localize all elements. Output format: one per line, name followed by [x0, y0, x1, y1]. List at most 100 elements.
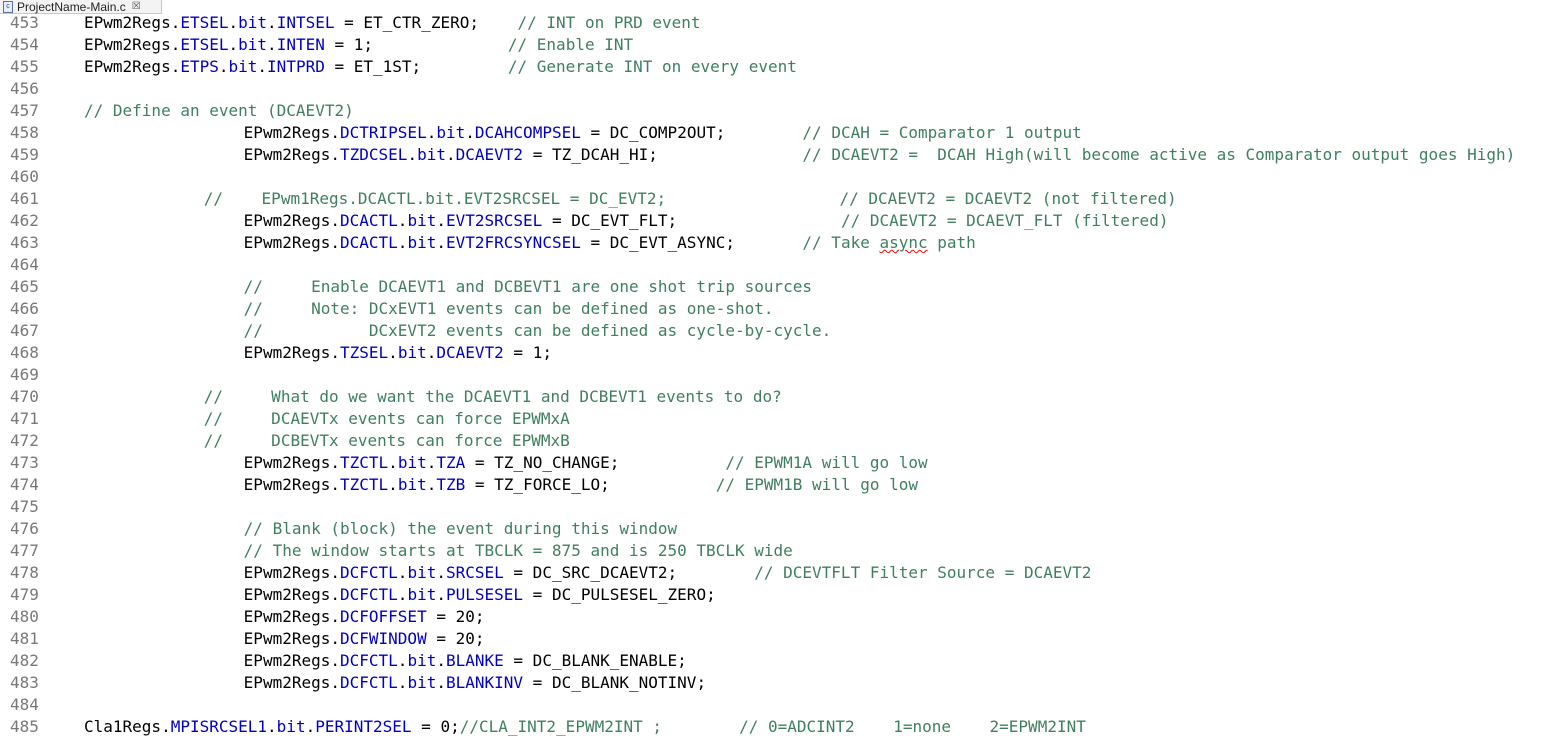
code-line[interactable]: 457 // Define an event (DCAEVT2): [0, 100, 1567, 122]
code-token: EPwm2Regs.: [243, 211, 340, 230]
code-token: .: [397, 673, 408, 692]
code-line[interactable]: 482 EPwm2Regs.DCFCTL.bit.BLANKE = DC_BLAN…: [0, 650, 1567, 672]
code-field-token: PULSESEL: [445, 585, 524, 604]
code-token: EPwm2Regs.: [243, 343, 340, 362]
code-line[interactable]: 478 EPwm2Regs.DCFCTL.bit.SRCSEL = DC_SRC_…: [0, 562, 1567, 584]
code-line[interactable]: 477 // The window starts at TBCLK = 875 a…: [0, 540, 1567, 562]
code-line[interactable]: 471 // DCAEVTx events can force EPWMxA: [0, 408, 1567, 430]
line-number: 464: [10, 255, 39, 274]
code-field-token: DCAHCOMPSEL: [474, 123, 581, 142]
code-line[interactable]: 469: [0, 364, 1567, 386]
line-code-text: EPwm2Regs.DCFWINDOW = 20;: [244, 628, 485, 650]
code-token: EPwm2Regs.: [243, 651, 340, 670]
code-field-token: PERINT2SEL: [315, 717, 412, 736]
code-line[interactable]: 468 EPwm2Regs.TZSEL.bit.DCAEVT2 = 1;: [0, 342, 1567, 364]
code-line[interactable]: 454 EPwm2Regs.ETSEL.bit.INTEN = 1; // Ena…: [0, 34, 1567, 56]
code-token: = TZ_NO_CHANGE;: [465, 453, 726, 472]
code-field-token: DCFOFFSET: [340, 607, 427, 626]
code-comment-token: // DCxEVT2 events can be defined as cycl…: [243, 321, 832, 340]
code-field-token: TZA: [436, 453, 466, 472]
code-line[interactable]: 474 EPwm2Regs.TZCTL.bit.TZB = TZ_FORCE_LO…: [0, 474, 1567, 496]
code-field-token: ETSEL: [180, 35, 229, 54]
code-line[interactable]: 461 // EPwm1Regs.DCACTL.bit.EVT2SRCSEL = …: [0, 188, 1567, 210]
code-comment-token: path: [927, 233, 976, 252]
code-line[interactable]: 483 EPwm2Regs.DCFCTL.bit.BLANKINV = DC_BL…: [0, 672, 1567, 694]
code-token: .: [407, 145, 418, 164]
code-field-token: INTEN: [276, 35, 325, 54]
code-token: .: [397, 233, 408, 252]
code-token: .: [397, 585, 408, 604]
code-line[interactable]: 462 EPwm2Regs.DCACTL.bit.EVT2SRCSEL = DC_…: [0, 210, 1567, 232]
code-comment-token: // DCAEVT2 = DCAEVT_FLT (filtered): [840, 211, 1169, 230]
code-token: = 1;: [503, 343, 552, 362]
code-line[interactable]: 476 // Blank (block) the event during thi…: [0, 518, 1567, 540]
code-comment-token: // EPWM1A will go low: [725, 453, 928, 472]
code-line[interactable]: 458 EPwm2Regs.DCTRIPSEL.bit.DCAHCOMPSEL =…: [0, 122, 1567, 144]
code-comment-token: // DCEVTFLT Filter Source = DCAEVT2: [754, 563, 1092, 582]
line-number: 485: [10, 717, 39, 736]
code-line[interactable]: 456: [0, 78, 1567, 100]
code-line[interactable]: 475: [0, 496, 1567, 518]
code-editor[interactable]: 453 EPwm2Regs.ETSEL.bit.INTSEL = ET_CTR_Z…: [0, 15, 1567, 746]
code-field-token: DCACTL: [340, 233, 398, 252]
line-code-text: EPwm2Regs.ETPS.bit.INTPRD = ET_1ST; // G…: [84, 56, 797, 78]
code-token: = DC_BLANK_NOTINV;: [523, 673, 707, 692]
code-token: .: [305, 717, 316, 736]
line-code-text: EPwm2Regs.TZSEL.bit.DCAEVT2 = 1;: [244, 342, 552, 364]
code-line[interactable]: 473 EPwm2Regs.TZCTL.bit.TZA = TZ_NO_CHANG…: [0, 452, 1567, 474]
code-field-token: bit: [407, 233, 437, 252]
code-token: .: [426, 123, 437, 142]
code-line[interactable]: 453 EPwm2Regs.ETSEL.bit.INTSEL = ET_CTR_Z…: [0, 15, 1567, 34]
code-line[interactable]: 479 EPwm2Regs.DCFCTL.bit.PULSESEL = DC_PU…: [0, 584, 1567, 606]
code-comment-token: // Generate INT on every event: [507, 57, 797, 76]
line-number: 466: [10, 299, 39, 318]
code-field-token: DCFCTL: [340, 585, 398, 604]
line-code-text: EPwm2Regs.DCFOFFSET = 20;: [244, 606, 485, 628]
code-field-token: bit: [407, 673, 437, 692]
line-code-text: EPwm2Regs.ETSEL.bit.INTEN = 1; // Enable…: [84, 34, 633, 56]
code-line[interactable]: 465 // Enable DCAEVT1 and DCBEVT1 are one…: [0, 276, 1567, 298]
code-token: .: [445, 145, 456, 164]
code-line[interactable]: 467 // DCxEVT2 events can be defined as c…: [0, 320, 1567, 342]
code-field-token: bit: [228, 57, 258, 76]
code-comment-token: // What do we want the DCAEVT1 and DCBEV…: [203, 387, 782, 406]
code-line[interactable]: 484: [0, 694, 1567, 716]
tab-projectname-main-c[interactable]: c ProjectName-Main.c ☒: [0, 0, 162, 14]
code-field-token: bit: [397, 475, 427, 494]
code-line[interactable]: 466 // Note: DCxEVT1 events can be define…: [0, 298, 1567, 320]
line-number: 461: [10, 189, 39, 208]
code-token: = ET_CTR_ZERO;: [334, 15, 518, 32]
line-number: 465: [10, 277, 39, 296]
code-line[interactable]: 472 // DCBEVTx events can force EPWMxB: [0, 430, 1567, 452]
code-line[interactable]: 463 EPwm2Regs.DCACTL.bit.EVT2FRCSYNCSEL =…: [0, 232, 1567, 254]
line-number: 455: [10, 57, 39, 76]
code-line[interactable]: 459 EPwm2Regs.TZDCSEL.bit.DCAEVT2 = TZ_DC…: [0, 144, 1567, 166]
line-number: 462: [10, 211, 39, 230]
line-number: 453: [10, 15, 39, 32]
code-line[interactable]: 481 EPwm2Regs.DCFWINDOW = 20;: [0, 628, 1567, 650]
code-token: .: [465, 123, 475, 142]
code-field-token: DCFCTL: [340, 673, 398, 692]
code-comment-token: // Enable DCAEVT1 and DCBEVT1 are one sh…: [243, 277, 813, 296]
code-line[interactable]: 480 EPwm2Regs.DCFOFFSET = 20;: [0, 606, 1567, 628]
tab-label: ProjectName-Main.c: [17, 0, 126, 14]
code-comment-token: async: [879, 233, 928, 252]
code-token: .: [388, 453, 398, 472]
line-code-text: EPwm2Regs.DCTRIPSEL.bit.DCAHCOMPSEL = DC…: [244, 122, 1082, 144]
code-field-token: ETSEL: [180, 15, 229, 32]
code-line[interactable]: 464: [0, 254, 1567, 276]
close-icon[interactable]: ☒: [132, 1, 141, 12]
code-token: = DC_EVT_FLT;: [542, 211, 841, 230]
code-field-token: DCFWINDOW: [340, 629, 427, 648]
code-token: EPwm2Regs.: [243, 607, 340, 626]
code-line[interactable]: 470 // What do we want the DCAEVT1 and DC…: [0, 386, 1567, 408]
line-number: 477: [10, 541, 39, 560]
code-line[interactable]: 455 EPwm2Regs.ETPS.bit.INTPRD = ET_1ST; /…: [0, 56, 1567, 78]
line-code-text: EPwm2Regs.DCACTL.bit.EVT2FRCSYNCSEL = DC…: [244, 232, 976, 254]
code-token: EPwm2Regs.: [243, 563, 340, 582]
code-field-token: DCAEVT2: [436, 343, 504, 362]
line-code-text: // What do we want the DCAEVT1 and DCBEV…: [204, 386, 782, 408]
code-line[interactable]: 460: [0, 166, 1567, 188]
code-line[interactable]: 485 Cla1Regs.MPISRCSEL1.bit.PERINT2SEL = …: [0, 716, 1567, 738]
line-number: 454: [10, 35, 39, 54]
